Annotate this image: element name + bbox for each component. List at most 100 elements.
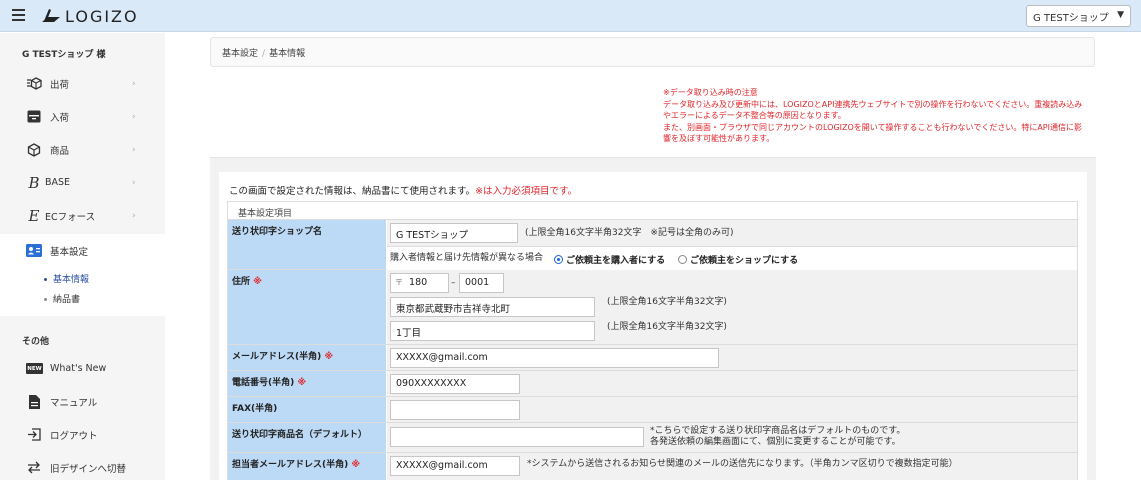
hamburger-menu-icon[interactable] <box>12 9 25 21</box>
shop-select[interactable]: G TESTショップ ▼ <box>1026 5 1131 27</box>
sidebar-item-products[interactable]: 商品 › <box>0 133 165 166</box>
sidebar-item-label: 旧デザインへ切替 <box>50 463 127 475</box>
requester-option-row: 購入者情報と届け先情報が異なる場合 ご依頼主を購入者にする ご依頼主をショップに… <box>387 246 1077 270</box>
phone-input[interactable]: 090XXXXXXXX <box>390 374 520 394</box>
shop-name-hint: (上限全角16文字半角32文字 ※記号は全角のみ可) <box>525 228 734 238</box>
radio-unselected-icon <box>678 255 687 264</box>
chevron-right-icon: › <box>132 78 136 89</box>
field-cell-address: 〒 180 – 0001 東京都武蔵野市吉祥寺北町 (上限全角16文字半角32文… <box>387 270 1077 344</box>
intro-req-note: ※は入力必須項目です。 <box>475 186 578 197</box>
radio-label: ご依頼主をショップにする <box>690 256 799 266</box>
field-label-product-name: 送り状印字商品名（デフォルト） <box>228 423 386 452</box>
logout-icon <box>26 427 42 443</box>
notice-line: また、別画面・ブラウザで同じアカウントのLOGIZOを開いて操作することも行わな… <box>663 122 1082 144</box>
zip-code-second-input[interactable]: 0001 <box>459 273 504 293</box>
sidebar-item-whats-new[interactable]: NEW What's New <box>0 352 165 385</box>
sidebar-item-label: What's New <box>50 363 107 374</box>
data-import-notice: ※データ取り込み時の注意 データ取り込み及び更新中には、LOGIZOとAPI連携… <box>663 87 1083 145</box>
intro-main: この画面で設定された情報は、納品書にて使用されます。 <box>229 186 476 197</box>
product-name-hint-line1: *こちらで設定する送り状印字商品名はデフォルトのものです。 <box>650 426 906 436</box>
chevron-right-icon: › <box>132 177 136 188</box>
required-mark: ※ <box>324 352 334 362</box>
radio-label: ご依頼主を購入者にする <box>566 256 666 266</box>
product-name-hint-line2: 各発送依頼の編集画面にて、個別に変更することが可能です。 <box>650 437 901 447</box>
switch-arrows-icon <box>26 460 42 476</box>
ecforce-logo-icon: E <box>28 206 40 225</box>
new-badge-icon: NEW <box>26 363 43 374</box>
sidebar-item-ecforce[interactable]: E ECフォース › <box>0 199 165 232</box>
sidebar-item-logout[interactable]: ログアウト <box>0 418 165 451</box>
field-cell-fax <box>387 397 1077 422</box>
breadcrumb-parent[interactable]: 基本設定 <box>222 49 258 59</box>
address-line1-hint: (上限全角16文字半角32文字) <box>607 297 727 307</box>
document-icon <box>26 394 42 410</box>
staff-email-input[interactable]: XXXXX@gmail.com <box>390 456 520 476</box>
intro-text: この画面で設定された情報は、納品書にて使用されます。※は入力必須項目です。 <box>229 183 577 197</box>
product-name-hint: *こちらで設定する送り状印字商品名はデフォルトのものです。 各発送依頼の編集画面に… <box>650 426 905 448</box>
radio-requester-buyer[interactable]: ご依頼主を購入者にする <box>554 253 665 266</box>
id-card-icon <box>26 243 42 259</box>
bullet-icon <box>44 278 47 281</box>
field-label-text: 住所 <box>232 277 251 287</box>
field-label-shop-name: 送り状印字ショップ名 <box>228 220 386 269</box>
logo-mark-icon <box>42 9 60 22</box>
chevron-right-icon: › <box>132 111 136 122</box>
field-label-text: 電話番号(半角) <box>232 378 295 388</box>
required-mark: ※ <box>253 277 262 287</box>
sidebar-item-label: マニュアル <box>50 397 98 409</box>
sidebar-subitem-label: 基本情報 <box>53 275 90 285</box>
sidebar-item-settings[interactable]: 基本設定 <box>0 234 165 267</box>
field-cell-product-name: *こちらで設定する送り状印字商品名はデフォルトのものです。 各発送依頼の編集画面に… <box>387 423 1077 452</box>
sidebar-item-label: BASE <box>45 177 71 188</box>
requester-question: 購入者情報と届け先情報が異なる場合 <box>390 253 544 263</box>
form-row-fax: FAX(半角) <box>227 397 1078 423</box>
field-label-text: 担当者メールアドレス(半角) <box>232 460 349 470</box>
section-title: 基本設定項目 <box>227 201 1078 220</box>
chevron-down-icon: ▼ <box>1117 10 1124 20</box>
inbox-icon <box>26 109 42 125</box>
sidebar-item-receiving[interactable]: 入荷 › <box>0 100 165 133</box>
field-cell-email: XXXXX@gmail.com <box>387 345 1077 370</box>
bullet-icon <box>44 298 47 301</box>
sidebar-section-other: その他 <box>22 337 50 347</box>
sidebar-item-label: ECフォース <box>45 211 96 223</box>
shop-name-input[interactable]: G TESTショップ <box>390 223 518 243</box>
required-mark: ※ <box>351 460 361 470</box>
product-cube-icon <box>26 142 42 158</box>
sidebar-item-shipping[interactable]: 出荷 › <box>0 67 165 100</box>
logo-text: LOGIZO <box>65 6 139 26</box>
sidebar-item-label: 基本設定 <box>50 246 89 258</box>
sidebar-item-switch-design[interactable]: 旧デザインへ切替 <box>0 451 165 480</box>
field-label-email: メールアドレス(半角) ※ <box>228 345 386 370</box>
sidebar-item-base[interactable]: B BASE › <box>0 166 165 199</box>
top-bar: LOGIZO G TESTショップ ▼ <box>0 0 1141 32</box>
sidebar-subitem-basic-info[interactable]: 基本情報 <box>44 272 89 285</box>
base-logo-icon: B <box>28 173 40 192</box>
breadcrumb-current: 基本情報 <box>269 49 306 59</box>
email-input[interactable]: XXXXX@gmail.com <box>390 348 719 368</box>
field-label-fax: FAX(半角) <box>228 397 386 422</box>
sidebar-subitem-invoice[interactable]: 納品書 <box>44 292 80 305</box>
form-row-product-name: 送り状印字商品名（デフォルト） *こちらで設定する送り状印字商品名はデフォルトの… <box>227 423 1078 453</box>
sidebar-item-label: ログアウト <box>50 430 98 442</box>
sidebar-item-label: 入荷 <box>50 112 70 124</box>
product-name-input[interactable] <box>390 427 644 447</box>
fax-input[interactable] <box>390 400 520 420</box>
sidebar-item-manual[interactable]: マニュアル <box>0 385 165 418</box>
address-line1-input[interactable]: 東京都武蔵野市吉祥寺北町 <box>390 297 595 317</box>
field-label-staff-email: 担当者メールアドレス(半角) ※ <box>228 453 386 480</box>
field-label-address: 住所 ※ <box>228 270 386 344</box>
shop-select-value: G TESTショップ <box>1033 12 1109 24</box>
zip-code-first-input[interactable]: 〒 180 <box>390 273 449 293</box>
sidebar-group-settings: 基本設定 基本情報 納品書 <box>0 234 165 316</box>
chevron-right-icon: › <box>132 210 136 221</box>
sidebar-item-label: 出荷 <box>50 79 70 91</box>
logo[interactable]: LOGIZO <box>40 6 139 26</box>
sidebar-subitem-label: 納品書 <box>53 295 81 305</box>
notice-line: データ取り込み及び更新中には、LOGIZOとAPI連携先ウェブサイトで別の操作を… <box>663 99 1083 121</box>
sidebar-item-label: 商品 <box>50 145 70 157</box>
radio-requester-shop[interactable]: ご依頼主をショップにする <box>678 253 798 266</box>
radio-selected-icon <box>554 255 563 264</box>
sidebar: G TESTショップ 様 出荷 › 入荷 › 商品 › B BASE › E E… <box>0 33 165 480</box>
address-line2-input[interactable]: 1丁目 <box>390 321 595 341</box>
